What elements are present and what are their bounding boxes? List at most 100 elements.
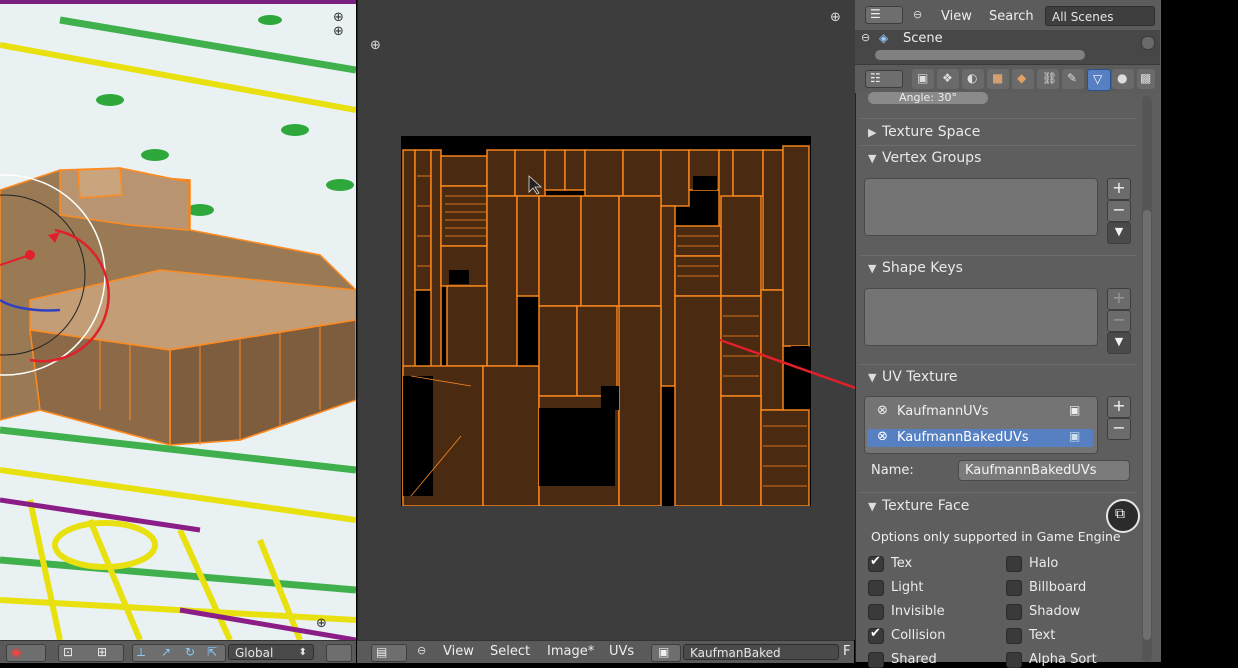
object-icon: ◆	[1017, 71, 1027, 85]
checker-icon: ⊗	[877, 403, 888, 418]
scale-icon: ⇱	[207, 645, 218, 659]
panel-separator	[860, 145, 1136, 146]
rotate-icon: ↻	[185, 645, 196, 659]
render-layers-tab[interactable]: ❖	[937, 69, 959, 89]
add-icon[interactable]: ⊕	[370, 38, 381, 53]
3d-scene	[0, 0, 356, 640]
collision-checkbox[interactable]: ✔	[868, 626, 884, 644]
add-icon[interactable]: ⊕	[316, 616, 327, 631]
editor-type-button[interactable]: ☷	[865, 70, 903, 88]
uv-texture-list[interactable]: ⊗ KaufmannUVs ▣ ⊗ KaufmannBakedUVs ▣	[864, 396, 1098, 454]
shared-checkbox[interactable]	[868, 652, 884, 668]
outliner-scrollbar[interactable]	[875, 50, 1085, 60]
modifiers-tab[interactable]: ✎	[1062, 69, 1084, 89]
orientation-select[interactable]: Global ⬍	[228, 644, 314, 660]
checkmark-icon: ✔	[870, 554, 881, 569]
uv-image-editor[interactable]: ⊕ ⊕	[357, 0, 1010, 640]
material-tab[interactable]: ●	[1112, 69, 1134, 89]
add-shape-key-button[interactable]: +	[1107, 288, 1131, 310]
add-vertex-group-button[interactable]: +	[1107, 178, 1131, 200]
image-name-field[interactable]: KaufmanBaked	[683, 644, 839, 660]
invisible-checkbox[interactable]	[868, 604, 884, 620]
shadow-label: Shadow	[1029, 604, 1081, 619]
render-tab[interactable]: ▣	[912, 69, 934, 89]
panel-title-label: Vertex Groups	[882, 150, 982, 166]
panel-title-label: UV Texture	[882, 369, 958, 385]
panel-vertex-groups[interactable]: ▼ Vertex Groups	[868, 150, 981, 166]
panel-title-label: Shape Keys	[882, 260, 963, 276]
panel-texture-face[interactable]: ▼ Texture Face	[868, 498, 969, 514]
shape-keys-list[interactable]	[864, 288, 1098, 346]
menu-view[interactable]: View	[941, 9, 972, 25]
light-checkbox[interactable]	[868, 580, 884, 596]
panel-shape-keys[interactable]: ▼ Shape Keys	[868, 260, 963, 276]
add-icon[interactable]: ⊕	[333, 24, 344, 39]
camera-icon[interactable]: ▣	[1069, 429, 1080, 443]
object-tab[interactable]: ◆	[1012, 69, 1034, 89]
panel-separator	[860, 118, 1136, 119]
add-uv-texture-button[interactable]: +	[1107, 396, 1131, 418]
transform-manipulator-buttons[interactable]: ⟂ ↗ ↻ ⇱	[132, 644, 226, 662]
remove-uv-texture-button[interactable]: −	[1107, 418, 1131, 440]
add-icon[interactable]: ⊕	[333, 10, 344, 25]
editor-type-button[interactable]: ◉	[6, 644, 46, 662]
outliner-icon: ☰	[870, 7, 881, 21]
menu-search[interactable]: Search	[989, 9, 1034, 25]
3d-viewport[interactable]: ⊕ ⊕ ⊕	[0, 0, 356, 640]
uv-texture-item[interactable]: ⊗ KaufmannUVs ▣	[867, 403, 1093, 421]
constraints-tab[interactable]: ⛓	[1037, 69, 1059, 89]
scene-tab[interactable]: ◐	[962, 69, 984, 89]
world-tab[interactable]: ■	[987, 69, 1009, 89]
visibility-toggle[interactable]	[1141, 36, 1155, 50]
panel-uv-texture[interactable]: ▼ UV Texture	[868, 369, 958, 385]
vertex-group-specials-button[interactable]: ▼	[1107, 222, 1131, 244]
halo-label: Halo	[1029, 556, 1059, 571]
scene-filter-select[interactable]: All Scenes	[1045, 6, 1155, 26]
camera-icon[interactable]: ▣	[1069, 403, 1080, 417]
tex-checkbox[interactable]: ✔	[868, 554, 884, 572]
collapse-menu-icon[interactable]: ⊖	[913, 8, 922, 21]
shape-key-specials-button[interactable]: ▼	[1107, 332, 1131, 354]
fake-user-button[interactable]: F	[843, 644, 850, 660]
alpha-sort-checkbox[interactable]	[1006, 652, 1022, 668]
editor-type-button[interactable]: ☰	[865, 6, 903, 24]
translate-icon: ↗	[161, 645, 172, 659]
mesh-data-tab[interactable]: ▽	[1087, 69, 1111, 91]
remove-vertex-group-button[interactable]: −	[1107, 200, 1131, 222]
properties-scrollbar-thumb[interactable]	[1143, 210, 1151, 640]
collapse-arrow-icon: ▼	[868, 500, 877, 513]
collision-label: Collision	[891, 628, 946, 643]
outliner-tree[interactable]: ⊖ ◈ Scene	[855, 30, 1160, 64]
add-icon[interactable]: ⊕	[830, 10, 841, 25]
menu-uvs[interactable]: UVs	[609, 644, 634, 660]
invisible-label: Invisible	[891, 604, 945, 619]
collapse-menu-icon[interactable]: ⊖	[417, 644, 426, 657]
halo-checkbox[interactable]	[1006, 556, 1022, 572]
uv-texture-item-selected[interactable]: ⊗ KaufmannBakedUVs ▣	[867, 429, 1093, 447]
auto-smooth-angle-field[interactable]: Angle: 30°	[868, 92, 988, 104]
shadow-checkbox[interactable]	[1006, 604, 1022, 620]
picture-in-picture-button[interactable]: ⧉	[1106, 499, 1140, 533]
panel-separator	[860, 364, 1136, 365]
snap-icon: ⊡	[63, 645, 74, 659]
billboard-checkbox[interactable]	[1006, 580, 1022, 596]
view-mode-buttons[interactable]: ⊡ ⊞	[58, 644, 124, 662]
image-browse-button[interactable]: ▣	[651, 644, 681, 662]
layer-button[interactable]	[326, 644, 352, 662]
remove-shape-key-button[interactable]: −	[1107, 310, 1131, 332]
image-editor-icon: ▤	[376, 645, 388, 659]
vertex-groups-list[interactable]	[864, 178, 1098, 236]
scene-item-label[interactable]: Scene	[903, 31, 943, 46]
uv-map-canvas[interactable]	[401, 136, 811, 506]
editor-type-button[interactable]: ▤	[371, 644, 407, 662]
uv-name-field[interactable]: KaufmannBakedUVs	[958, 460, 1130, 481]
menu-view[interactable]: View	[443, 644, 474, 660]
texture-tab[interactable]: ▩	[1137, 69, 1155, 89]
collapse-icon[interactable]: ⊖	[861, 31, 870, 44]
checkmark-icon: ✔	[870, 626, 881, 641]
text-checkbox[interactable]	[1006, 628, 1022, 644]
panel-texture-space[interactable]: ▶ Texture Space	[868, 124, 980, 140]
menu-select[interactable]: Select	[490, 644, 530, 660]
menu-image[interactable]: Image*	[547, 644, 594, 660]
light-label: Light	[891, 580, 924, 595]
